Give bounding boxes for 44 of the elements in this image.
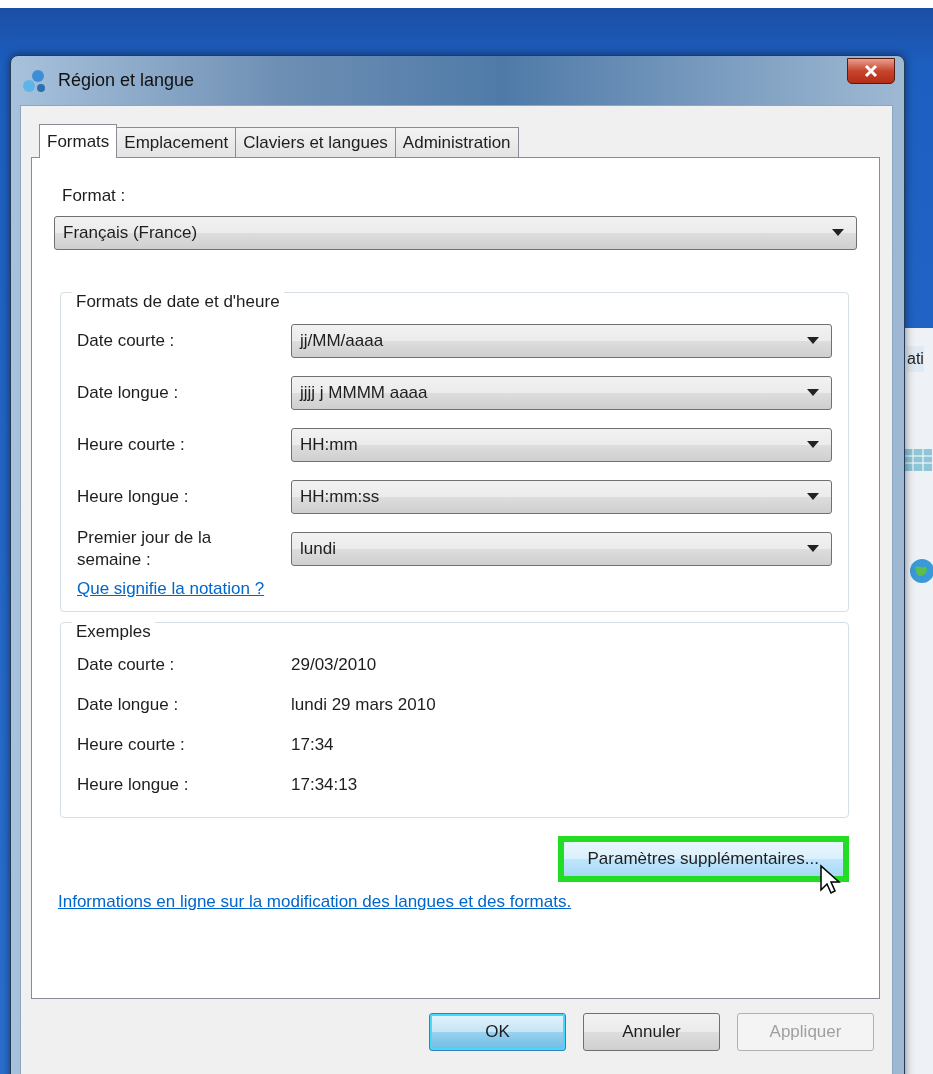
online-info-link[interactable]: Informations en ligne sur la modification des langues et des formats. xyxy=(58,892,572,912)
caret-icon xyxy=(807,545,819,554)
example-label: Heure longue : xyxy=(77,774,190,797)
dropdown[interactable]: lundi xyxy=(291,532,832,567)
example-label: Heure courte : xyxy=(77,734,186,757)
format-label: Format : xyxy=(62,186,127,206)
tab[interactable]: Claviers et langues xyxy=(235,127,396,157)
caret-icon xyxy=(807,337,819,345)
field-label: Heure courte : xyxy=(77,433,186,456)
dropdown[interactable]: Français (France) xyxy=(54,216,857,250)
additional-settings-button[interactable]: Paramètres supplémentaires... xyxy=(557,836,849,883)
dropdown[interactable]: jjjj j MMMM aaaa xyxy=(291,376,832,410)
example-label: Date longue : xyxy=(77,694,180,717)
dropdown[interactable]: jj/MM/aaaa xyxy=(291,324,832,358)
example-value: lundi 29 mars 2010 xyxy=(291,694,437,717)
caret-icon xyxy=(807,389,819,397)
example-value: 29/03/2010 xyxy=(291,654,378,677)
example-label: Date courte : xyxy=(77,654,176,677)
dialog-button[interactable]: Annuler xyxy=(583,1013,720,1051)
caret-icon xyxy=(832,229,844,237)
mouse-pointer-icon xyxy=(819,864,841,897)
tab[interactable]: Emplacement xyxy=(116,127,237,157)
grid-icon xyxy=(903,448,933,472)
field-label: Date longue : xyxy=(77,381,180,404)
group-title: Exemples xyxy=(72,622,155,643)
example-value: 17:34 xyxy=(291,734,335,757)
close-icon xyxy=(863,64,879,78)
tab[interactable]: Formats xyxy=(39,124,118,158)
tab[interactable]: Administration xyxy=(394,127,519,157)
field-label: Date courte : xyxy=(77,329,176,352)
dropdown[interactable]: HH:mm xyxy=(291,428,832,462)
caret-icon xyxy=(807,493,819,501)
notation-link[interactable]: Que signifie la notation ? xyxy=(77,579,265,599)
field-label: Premier jour de la semaine : xyxy=(77,527,212,572)
dialog-button[interactable]: OK xyxy=(429,1013,566,1051)
caret-icon xyxy=(807,441,819,449)
window-text: ati xyxy=(907,346,924,372)
close-button[interactable] xyxy=(847,58,895,84)
dropdown[interactable]: HH:mm:ss xyxy=(291,480,832,514)
field-label: Heure longue : xyxy=(77,485,190,508)
example-value: 17:34:13 xyxy=(291,774,359,797)
network-nodes-icon xyxy=(22,67,48,94)
globe-icon xyxy=(909,558,933,584)
window-title: Région et langue xyxy=(58,70,195,91)
